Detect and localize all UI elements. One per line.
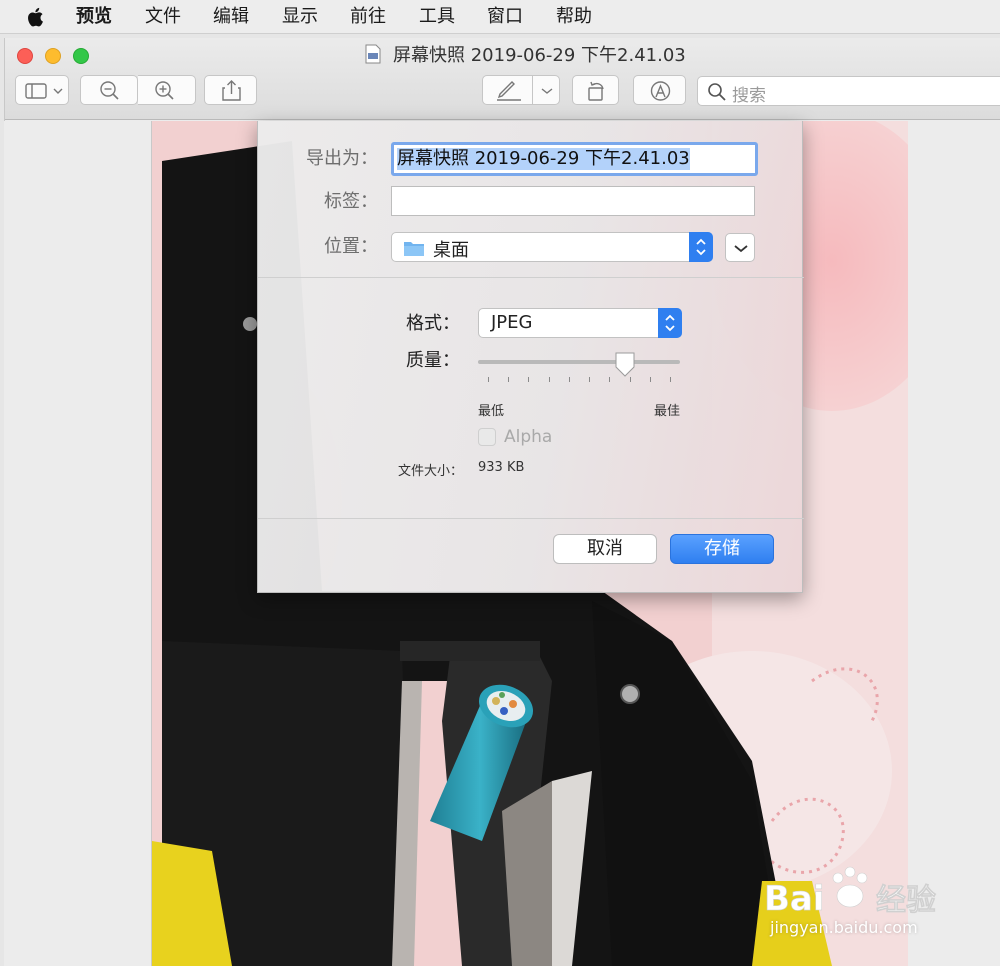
quality-tick	[568, 377, 570, 382]
export-as-label: 导出为：	[306, 148, 378, 169]
cancel-button[interactable]: 取消	[553, 534, 657, 564]
alpha-checkbox[interactable]	[478, 428, 496, 446]
quality-label: 质量：	[406, 350, 460, 371]
menu-help[interactable]: 帮助	[556, 6, 592, 28]
minimize-window-button[interactable]	[45, 48, 61, 64]
chevron-down-icon	[734, 245, 748, 253]
menu-app-name[interactable]: 预览	[76, 6, 112, 28]
quality-tick	[548, 377, 550, 382]
svg-text:Bai: Bai	[764, 879, 825, 919]
quality-knob[interactable]	[613, 351, 637, 379]
quality-tick	[488, 377, 489, 382]
format-label: 格式：	[406, 313, 460, 334]
up-down-arrows-icon	[696, 238, 706, 256]
sidebar-icon	[25, 83, 63, 99]
filesize-label: 文件大小：	[398, 464, 464, 479]
zoom-out-icon	[100, 81, 119, 100]
search-placeholder: 搜索	[732, 86, 766, 106]
quality-tick	[609, 377, 611, 382]
quality-tick	[649, 377, 651, 382]
apple-icon[interactable]	[26, 5, 46, 29]
quality-slider[interactable]	[478, 351, 682, 385]
location-label: 位置：	[324, 236, 378, 257]
up-down-arrows-icon	[665, 314, 675, 332]
document-icon	[365, 44, 381, 64]
quality-tick	[508, 377, 510, 382]
expand-location-button[interactable]	[725, 233, 755, 262]
menu-edit[interactable]: 编辑	[213, 6, 249, 28]
rotate-button[interactable]	[572, 75, 619, 105]
location-value: 桌面	[433, 240, 469, 261]
location-popup[interactable]: 桌面	[391, 232, 713, 262]
quality-tick	[589, 377, 591, 382]
rotate-icon	[588, 81, 604, 101]
filesize-value: 933 KB	[478, 460, 525, 475]
tags-label: 标签：	[324, 191, 378, 212]
export-as-value: 屏幕快照 2019-06-29 下午2.41.03	[397, 148, 690, 170]
quality-track	[478, 360, 680, 364]
sidebar-toggle-button[interactable]	[15, 75, 69, 105]
markup-dropdown-button[interactable]	[532, 75, 560, 105]
watermark-url: jingyan.baidu.com	[770, 918, 918, 937]
tags-field[interactable]	[391, 186, 755, 216]
share-icon	[222, 80, 241, 101]
save-button[interactable]: 存储	[670, 534, 774, 564]
window-title: 屏幕快照 2019-06-29 下午2.41.03	[393, 45, 686, 66]
zoom-out-button[interactable]	[80, 75, 138, 105]
search-icon	[708, 83, 726, 101]
folder-icon	[404, 242, 424, 256]
markup-pen-button[interactable]	[482, 75, 533, 105]
separator-bottom	[258, 518, 804, 519]
menu-bar: 预览 文件 编辑 显示 前往 工具 窗口 帮助	[0, 0, 1000, 34]
format-value: JPEG	[491, 312, 533, 333]
chevron-down-icon	[541, 88, 553, 94]
markup-icon	[650, 81, 671, 101]
export-as-field[interactable]: 屏幕快照 2019-06-29 下午2.41.03	[391, 142, 758, 176]
quality-tick	[670, 377, 671, 382]
quality-tick	[528, 377, 530, 382]
menu-tools[interactable]: 工具	[419, 6, 455, 28]
share-button[interactable]	[204, 75, 257, 105]
pen-icon	[497, 81, 521, 101]
svg-text:经验: 经验	[876, 883, 936, 918]
menu-window[interactable]: 窗口	[487, 6, 523, 28]
zoom-in-icon	[155, 81, 174, 100]
menu-file[interactable]: 文件	[145, 6, 181, 28]
format-popup[interactable]: JPEG	[478, 308, 682, 338]
location-popup-arrows	[689, 232, 713, 262]
search-input[interactable]: 搜索	[697, 76, 1000, 106]
menu-view[interactable]: 显示	[282, 6, 318, 28]
alpha-label: Alpha	[504, 427, 553, 447]
right-background	[908, 121, 1000, 966]
zoom-in-button[interactable]	[138, 75, 196, 105]
zoom-window-button[interactable]	[73, 48, 89, 64]
format-popup-arrows	[658, 308, 682, 338]
title-bar: 屏幕快照 2019-06-29 下午2.41.03 搜索	[5, 38, 1000, 120]
separator-top	[258, 277, 804, 278]
close-window-button[interactable]	[17, 48, 33, 64]
quality-min-label: 最低	[478, 404, 505, 419]
quality-max-label: 最佳	[654, 404, 681, 419]
thumbnail-sidebar[interactable]	[4, 121, 152, 966]
export-dialog: 导出为： 屏幕快照 2019-06-29 下午2.41.03 标签： 位置： 桌…	[257, 121, 804, 593]
menu-go[interactable]: 前往	[350, 6, 386, 28]
markup-toolbar-button[interactable]	[633, 75, 686, 105]
